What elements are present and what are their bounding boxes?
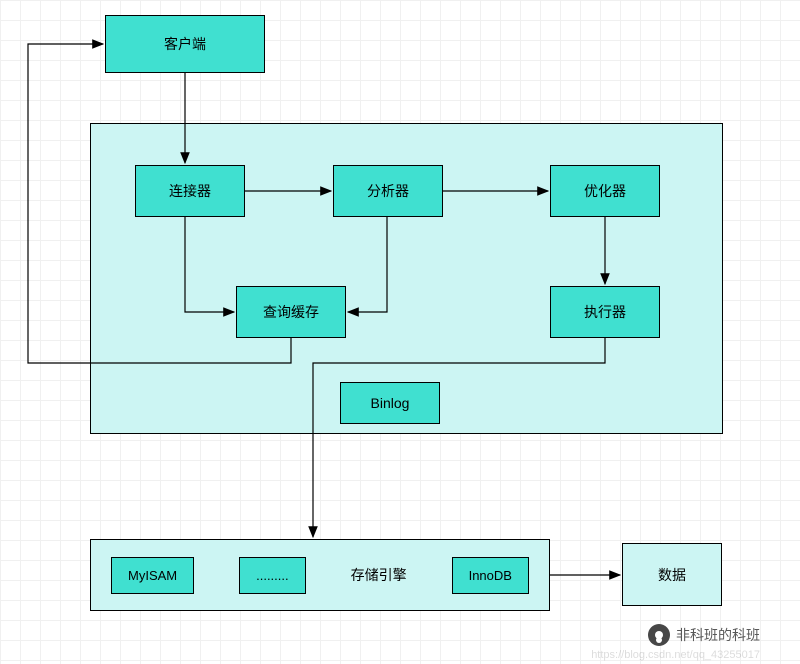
watermark: 非科班的科班 <box>648 624 760 646</box>
query-cache-node: 查询缓存 <box>236 286 346 338</box>
wechat-icon <box>648 624 670 646</box>
binlog-node: Binlog <box>340 382 440 424</box>
watermark-text: 非科班的科班 <box>676 625 760 645</box>
engine-ellipsis: ......... <box>239 557 306 594</box>
connector-node: 连接器 <box>135 165 245 217</box>
data-node: 数据 <box>622 543 722 606</box>
optimizer-node: 优化器 <box>550 165 660 217</box>
client-node: 客户端 <box>105 15 265 73</box>
storage-engine-label: 存储引擎 <box>351 565 407 585</box>
engine-myisam: MyISAM <box>111 557 194 594</box>
analyzer-node: 分析器 <box>333 165 443 217</box>
engine-innodb: InnoDB <box>452 557 529 594</box>
storage-engines-container: MyISAM ......... 存储引擎 InnoDB <box>90 539 550 611</box>
watermark-url: https://blog.csdn.net/qq_43255017 <box>591 649 760 661</box>
executor-node: 执行器 <box>550 286 660 338</box>
